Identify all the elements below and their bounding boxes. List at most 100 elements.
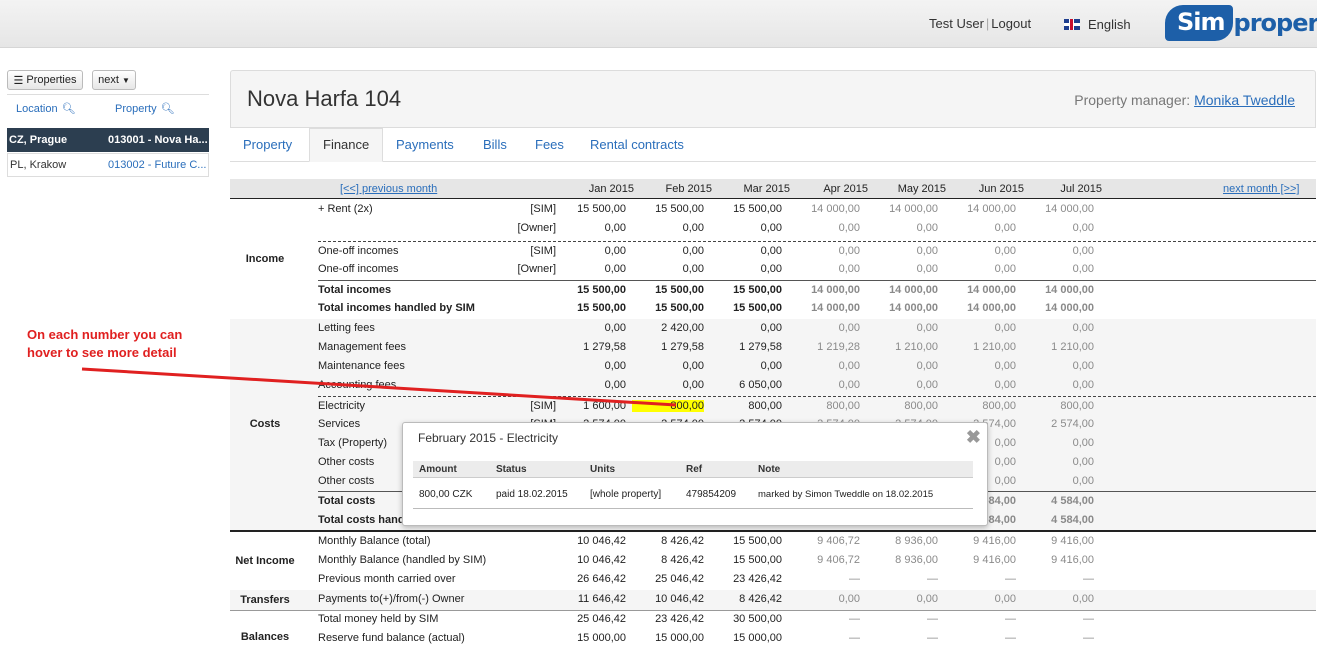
value-cell[interactable]: 0,00 — [1022, 379, 1094, 391]
value-cell[interactable]: 0,00 — [710, 222, 782, 234]
value-cell[interactable]: 0,00 — [944, 222, 1016, 234]
value-cell[interactable]: 30 500,00 — [710, 613, 782, 625]
value-cell[interactable]: — — [944, 613, 1016, 625]
value-cell[interactable]: 0,00 — [788, 222, 860, 234]
value-cell[interactable]: 0,00 — [788, 379, 860, 391]
value-cell[interactable]: 0,00 — [710, 360, 782, 372]
value-cell[interactable]: 0,00 — [554, 360, 626, 372]
value-cell[interactable]: 800,00 — [710, 400, 782, 412]
value-cell[interactable]: 10 046,42 — [632, 593, 704, 605]
value-cell[interactable]: 15 000,00 — [632, 632, 704, 644]
value-cell[interactable]: 0,00 — [632, 379, 704, 391]
value-cell[interactable]: 15 500,00 — [554, 302, 626, 314]
tab-property[interactable]: Property — [243, 128, 292, 162]
value-cell[interactable]: 0,00 — [788, 245, 860, 257]
value-cell[interactable]: 9 416,00 — [1022, 535, 1094, 547]
value-cell[interactable]: — — [866, 573, 938, 585]
tab-bills[interactable]: Bills — [483, 128, 507, 162]
language-selector[interactable]: English — [1064, 17, 1131, 32]
value-cell[interactable]: 800,00 — [788, 400, 860, 412]
value-cell[interactable]: 0,00 — [710, 245, 782, 257]
value-cell[interactable]: 0,00 — [944, 322, 1016, 334]
property-column-header[interactable]: Property 🔍︎ — [115, 102, 175, 116]
tab-payments[interactable]: Payments — [396, 128, 454, 162]
value-cell[interactable]: — — [788, 613, 860, 625]
value-cell[interactable]: 0,00 — [1022, 322, 1094, 334]
value-cell[interactable]: — — [788, 632, 860, 644]
value-cell[interactable]: 8 936,00 — [866, 554, 938, 566]
value-cell[interactable]: 0,00 — [866, 379, 938, 391]
value-cell[interactable]: 6 050,00 — [710, 379, 782, 391]
value-cell[interactable]: 1 279,58 — [632, 341, 704, 353]
property-list-item[interactable]: PL, Krakow 013002 - Future C... — [7, 153, 209, 177]
value-cell[interactable]: — — [1022, 613, 1094, 625]
location-column-header[interactable]: Location 🔍︎ — [16, 102, 76, 116]
value-cell[interactable]: 10 046,42 — [554, 535, 626, 547]
value-cell[interactable]: 9 416,00 — [1022, 554, 1094, 566]
value-cell[interactable]: 800,00 — [866, 400, 938, 412]
logo[interactable]: Simproperty — [1165, 5, 1317, 41]
tab-rental-contracts[interactable]: Rental contracts — [590, 128, 684, 162]
next-month-link[interactable]: next month [>>] — [1223, 183, 1299, 195]
value-cell[interactable]: 15 500,00 — [710, 535, 782, 547]
value-cell[interactable]: 14 000,00 — [1022, 302, 1094, 314]
value-cell[interactable]: 23 426,42 — [710, 573, 782, 585]
property-list-item[interactable]: CZ, Prague 013001 - Nova Ha... — [7, 128, 209, 152]
value-cell[interactable]: 0,00 — [944, 593, 1016, 605]
tab-fees[interactable]: Fees — [535, 128, 564, 162]
value-cell[interactable]: — — [866, 632, 938, 644]
value-cell[interactable]: 0,00 — [944, 379, 1016, 391]
value-cell[interactable]: 25 046,42 — [632, 573, 704, 585]
value-cell[interactable]: 1 210,00 — [1022, 341, 1094, 353]
value-cell[interactable]: 9 416,00 — [944, 554, 1016, 566]
value-cell[interactable]: 14 000,00 — [944, 302, 1016, 314]
value-cell[interactable]: 15 500,00 — [554, 284, 626, 296]
value-cell[interactable]: 9 406,72 — [788, 535, 860, 547]
value-cell[interactable]: 0,00 — [1022, 456, 1094, 468]
value-cell[interactable]: — — [944, 632, 1016, 644]
value-cell[interactable]: 9 416,00 — [944, 535, 1016, 547]
value-cell[interactable]: 14 000,00 — [944, 284, 1016, 296]
value-cell[interactable]: 14 000,00 — [788, 302, 860, 314]
value-cell[interactable]: 15 500,00 — [632, 284, 704, 296]
logout-link[interactable]: Logout — [991, 16, 1031, 31]
previous-month-link[interactable]: [<<] previous month — [340, 183, 437, 195]
value-cell[interactable]: 26 646,42 — [554, 573, 626, 585]
value-cell[interactable]: 0,00 — [1022, 437, 1094, 449]
value-cell[interactable]: 0,00 — [866, 263, 938, 275]
value-cell[interactable]: 14 000,00 — [866, 302, 938, 314]
value-cell[interactable]: 0,00 — [788, 263, 860, 275]
value-cell[interactable]: 0,00 — [710, 263, 782, 275]
value-cell[interactable]: 15 500,00 — [710, 203, 782, 215]
value-cell[interactable]: 15 500,00 — [710, 302, 782, 314]
value-cell[interactable]: 0,00 — [1022, 475, 1094, 487]
value-cell[interactable]: 0,00 — [710, 322, 782, 334]
value-cell[interactable]: 4 584,00 — [1022, 495, 1094, 507]
value-cell[interactable]: 15 500,00 — [710, 554, 782, 566]
value-cell[interactable]: 14 000,00 — [1022, 203, 1094, 215]
value-cell[interactable]: 2 420,00 — [632, 322, 704, 334]
value-cell[interactable]: 15 500,00 — [632, 302, 704, 314]
close-icon[interactable]: ✖ — [966, 427, 981, 448]
value-cell[interactable]: 14 000,00 — [1022, 284, 1094, 296]
value-cell[interactable]: 14 000,00 — [788, 203, 860, 215]
value-cell[interactable]: 0,00 — [632, 263, 704, 275]
value-cell[interactable]: 1 600,00 — [554, 400, 626, 412]
value-cell[interactable]: — — [788, 573, 860, 585]
value-cell[interactable]: 15 500,00 — [632, 203, 704, 215]
value-cell[interactable]: 800,00 — [1022, 400, 1094, 412]
value-cell[interactable]: 0,00 — [866, 245, 938, 257]
value-cell[interactable]: 800,00 — [944, 400, 1016, 412]
value-cell[interactable]: 15 500,00 — [710, 284, 782, 296]
tab-finance[interactable]: Finance — [309, 128, 384, 162]
value-cell[interactable]: 0,00 — [554, 245, 626, 257]
value-cell[interactable]: 0,00 — [866, 360, 938, 372]
user-name[interactable]: Test User — [929, 16, 984, 31]
value-cell[interactable]: 10 046,42 — [554, 554, 626, 566]
value-cell[interactable]: — — [944, 573, 1016, 585]
value-cell[interactable]: 9 406,72 — [788, 554, 860, 566]
value-cell[interactable]: 0,00 — [944, 360, 1016, 372]
value-cell[interactable]: 23 426,42 — [632, 613, 704, 625]
value-cell[interactable]: 0,00 — [1022, 245, 1094, 257]
value-cell[interactable]: 14 000,00 — [866, 203, 938, 215]
